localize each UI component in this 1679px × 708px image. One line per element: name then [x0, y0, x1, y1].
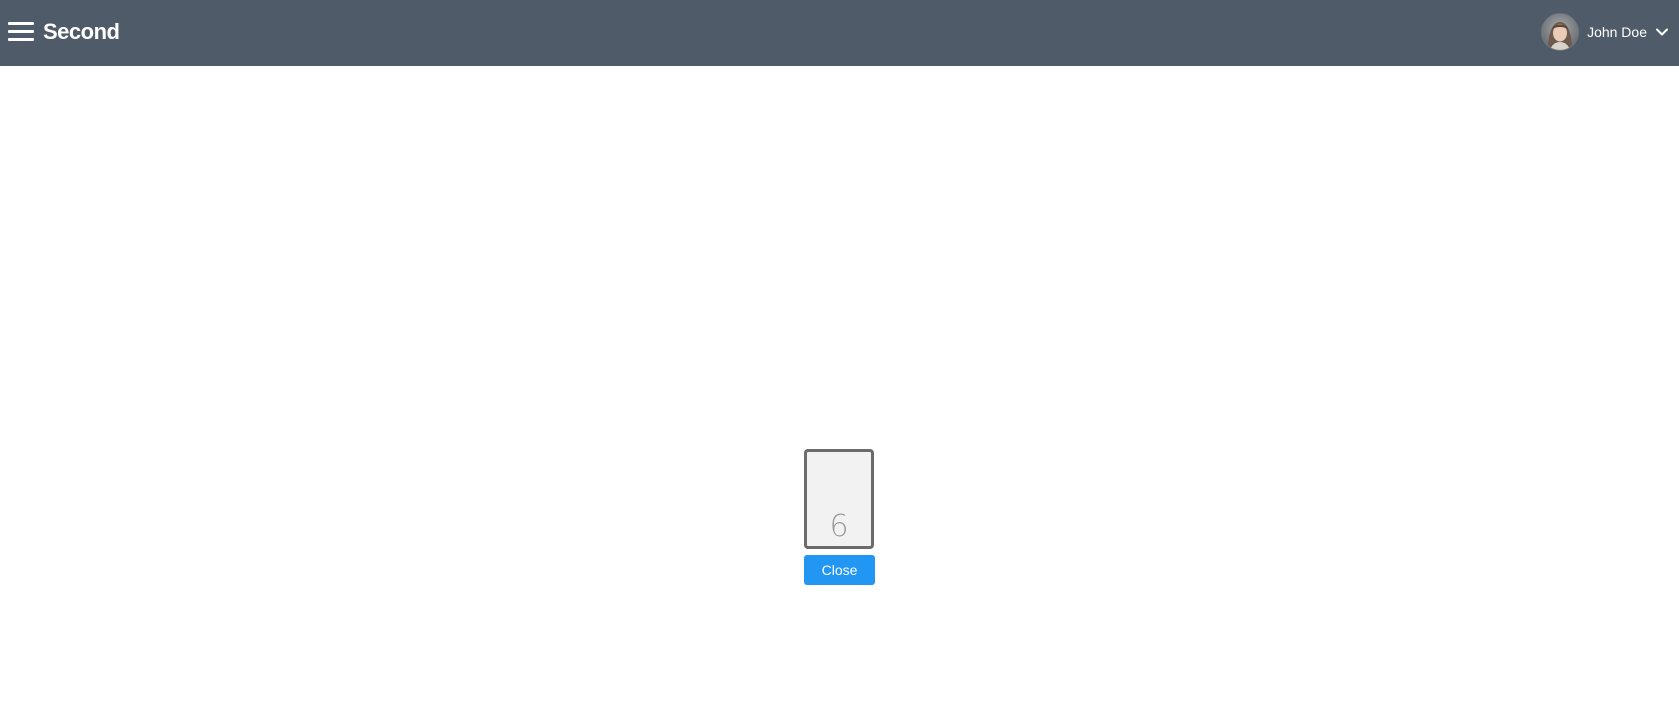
top-app-bar: Second John Doe: [0, 0, 1679, 66]
user-avatar[interactable]: [1541, 13, 1580, 51]
app-title: Second: [43, 19, 120, 44]
menu-line: [8, 38, 34, 41]
avatar-portrait-icon: [1542, 14, 1579, 50]
number-card: 6: [804, 449, 874, 549]
chevron-down-icon[interactable]: [1655, 25, 1669, 39]
card-value: 6: [829, 509, 849, 544]
close-button[interactable]: Close: [804, 555, 875, 585]
menu-line: [8, 30, 34, 33]
user-name[interactable]: John Doe: [1587, 24, 1647, 40]
hamburger-menu-icon[interactable]: [8, 22, 34, 42]
user-menu[interactable]: John Doe: [1541, 12, 1669, 52]
menu-line: [8, 22, 34, 25]
